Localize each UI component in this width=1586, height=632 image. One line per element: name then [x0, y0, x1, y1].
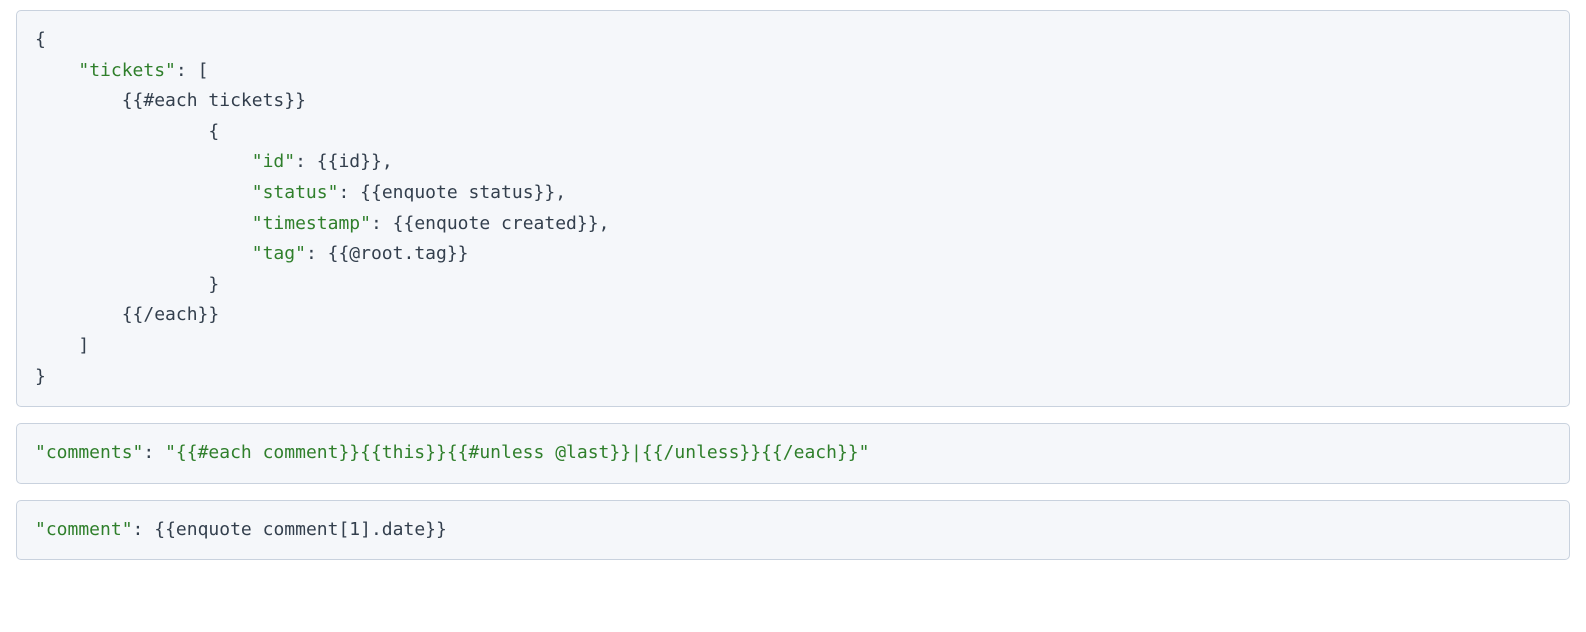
json-key-timestamp: "timestamp"	[252, 213, 371, 234]
json-key-tag: "tag"	[252, 243, 306, 264]
json-value-comments: "{{#each comment}}{{this}}{{#unless @las…	[165, 442, 869, 463]
indent	[35, 243, 252, 264]
code-pre: "comment": {{enquote comment[1].date}}	[35, 515, 1551, 546]
hb-value-comment: {{enquote comment[1].date}}	[154, 519, 447, 540]
indent	[35, 151, 252, 172]
hb-value-timestamp: {{enquote created}}	[393, 213, 599, 234]
indent	[35, 274, 208, 295]
hb-value-id: {{id}}	[317, 151, 382, 172]
comma: ,	[382, 151, 393, 172]
json-key-id: "id"	[252, 151, 295, 172]
hb-value-status: {{enquote status}}	[360, 182, 555, 203]
colon-bracket: : [	[176, 60, 209, 81]
colon: :	[306, 243, 328, 264]
colon: :	[143, 442, 165, 463]
indent	[35, 304, 122, 325]
indent	[35, 213, 252, 234]
code-block-comments: "comments": "{{#each comment}}{{this}}{{…	[16, 423, 1570, 484]
colon: :	[371, 213, 393, 234]
indent	[35, 182, 252, 203]
hb-each-open: {{#each tickets}}	[122, 90, 306, 111]
colon: :	[295, 151, 317, 172]
indent	[35, 60, 78, 81]
brace-open: {	[35, 29, 46, 50]
comma: ,	[599, 213, 610, 234]
brace-open: {	[208, 121, 219, 142]
json-key-tickets: "tickets"	[78, 60, 176, 81]
colon: :	[338, 182, 360, 203]
code-block-tickets: { "tickets": [ {{#each tickets}} { "id":…	[16, 10, 1570, 407]
json-key-status: "status"	[252, 182, 339, 203]
json-key-comment: "comment"	[35, 519, 133, 540]
code-block-comment: "comment": {{enquote comment[1].date}}	[16, 500, 1570, 561]
hb-value-tag: {{@root.tag}}	[328, 243, 469, 264]
bracket-close: ]	[78, 335, 89, 356]
json-key-comments: "comments"	[35, 442, 143, 463]
brace-close: }	[35, 366, 46, 387]
comma: ,	[555, 182, 566, 203]
indent	[35, 335, 78, 356]
hb-each-close: {{/each}}	[122, 304, 220, 325]
brace-close: }	[208, 274, 219, 295]
code-pre: "comments": "{{#each comment}}{{this}}{{…	[35, 438, 1551, 469]
indent	[35, 90, 122, 111]
code-pre: { "tickets": [ {{#each tickets}} { "id":…	[35, 25, 1551, 392]
indent	[35, 121, 208, 142]
colon: :	[133, 519, 155, 540]
